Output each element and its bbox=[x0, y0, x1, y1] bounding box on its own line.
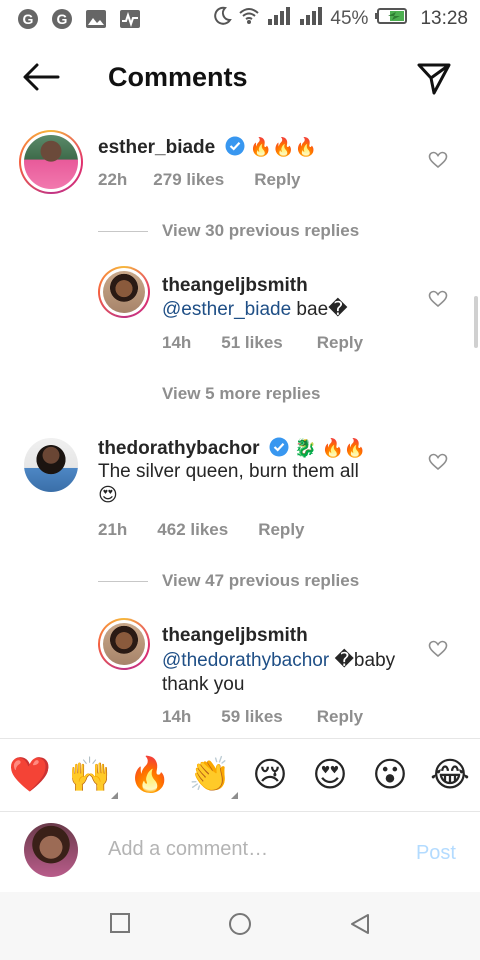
signal-icon bbox=[266, 6, 292, 32]
comment-username[interactable]: theangeljbsmith bbox=[162, 275, 308, 296]
activity-icon bbox=[118, 7, 142, 31]
circle-icon bbox=[229, 913, 251, 935]
svg-text:G: G bbox=[23, 11, 34, 27]
comment-username[interactable]: esther_biade bbox=[98, 137, 215, 158]
triangle-back-icon bbox=[351, 914, 369, 934]
comment-body: The silver queen, burn them all bbox=[98, 461, 359, 482]
avatar[interactable] bbox=[19, 130, 83, 194]
comment-emojis: 🔥🔥🔥 bbox=[249, 137, 318, 157]
system-nav-bar bbox=[0, 892, 480, 960]
scrollbar[interactable] bbox=[474, 296, 478, 348]
emoji-laughing-button[interactable]: 😂 bbox=[428, 753, 472, 797]
post-button[interactable]: Post bbox=[416, 842, 456, 865]
view-previous-replies-button[interactable]: View 47 previous replies bbox=[98, 571, 359, 591]
emoji-quick-bar: ❤️ 🙌 🔥 👏 😢 😍 😮 😂 bbox=[0, 738, 480, 812]
comment-time: 14h bbox=[162, 333, 192, 352]
view-more-replies-button[interactable]: View 5 more replies bbox=[162, 384, 320, 404]
comment-likes[interactable]: 462 likes bbox=[157, 520, 228, 540]
comment-username[interactable]: thedorathybachor bbox=[98, 438, 260, 459]
moon-icon bbox=[212, 6, 233, 32]
status-bar: G G 45% 13:28 bbox=[0, 0, 480, 38]
emoji-surprised-button[interactable]: 😮 bbox=[368, 753, 412, 797]
arrow-left-icon bbox=[23, 63, 60, 91]
send-icon bbox=[417, 63, 451, 95]
emoji-clapping-button[interactable]: 👏 bbox=[188, 753, 238, 799]
comment-input[interactable] bbox=[108, 838, 388, 861]
comment-composer: Post bbox=[0, 812, 480, 892]
skin-tone-indicator bbox=[111, 792, 118, 799]
comment-body-emoji: 😍 bbox=[98, 485, 118, 506]
share-button[interactable] bbox=[416, 60, 452, 96]
comment-likes[interactable]: 51 likes bbox=[221, 333, 282, 353]
verified-badge-icon bbox=[225, 136, 245, 156]
reply-button[interactable]: Reply bbox=[254, 170, 300, 190]
like-heart-icon[interactable] bbox=[428, 453, 448, 471]
google-icon: G bbox=[16, 7, 40, 31]
avatar[interactable] bbox=[98, 266, 150, 318]
reply-button[interactable]: Reply bbox=[317, 707, 363, 727]
avatar[interactable] bbox=[98, 618, 150, 670]
battery-icon bbox=[374, 7, 408, 31]
comment-username[interactable]: theangeljbsmith bbox=[162, 625, 308, 646]
like-heart-icon[interactable] bbox=[428, 640, 448, 658]
divider bbox=[98, 580, 148, 582]
mention-link[interactable]: @thedorathybachor bbox=[162, 650, 329, 671]
comment-time: 14h bbox=[162, 707, 192, 726]
comment-body: �baby bbox=[329, 650, 396, 671]
clock: 13:28 bbox=[420, 8, 468, 29]
home-button[interactable] bbox=[228, 912, 254, 938]
svg-text:G: G bbox=[57, 11, 68, 27]
skin-tone-indicator bbox=[231, 792, 238, 799]
like-heart-icon[interactable] bbox=[428, 290, 448, 308]
wifi-icon bbox=[238, 6, 260, 32]
page-title: Comments bbox=[108, 62, 248, 92]
emoji-fire-button[interactable]: 🔥 bbox=[128, 753, 172, 797]
square-icon bbox=[110, 913, 130, 933]
comment-emojis: 🐉 🔥🔥 bbox=[294, 438, 367, 458]
comment-time: 21h bbox=[98, 520, 128, 539]
comment-body: bae� bbox=[291, 299, 348, 320]
divider bbox=[98, 230, 148, 232]
back-button[interactable] bbox=[22, 62, 62, 94]
emoji-heart-button[interactable]: ❤️ bbox=[8, 753, 52, 797]
comment-likes[interactable]: 279 likes bbox=[153, 170, 224, 190]
back-nav-button[interactable] bbox=[348, 912, 374, 938]
google-icon: G bbox=[50, 7, 74, 31]
reply-button[interactable]: Reply bbox=[258, 520, 304, 540]
like-heart-icon[interactable] bbox=[428, 151, 448, 169]
mention-link[interactable]: @esther_biade bbox=[162, 299, 291, 320]
reply-button[interactable]: Reply bbox=[317, 333, 363, 353]
comment-time: 22h bbox=[98, 170, 128, 189]
comment-body-line2: thank you bbox=[162, 674, 245, 695]
comment-likes[interactable]: 59 likes bbox=[221, 707, 282, 727]
signal-icon bbox=[298, 6, 324, 32]
gallery-icon bbox=[84, 7, 108, 31]
emoji-raising-hands-button[interactable]: 🙌 bbox=[68, 753, 118, 799]
emoji-heart-eyes-button[interactable]: 😍 bbox=[308, 753, 352, 797]
header: Comments bbox=[0, 50, 480, 106]
emoji-crying-button[interactable]: 😢 bbox=[248, 753, 292, 797]
battery-percent: 45% bbox=[330, 8, 369, 29]
recents-button[interactable] bbox=[109, 912, 135, 938]
view-previous-replies-button[interactable]: View 30 previous replies bbox=[98, 221, 359, 241]
current-user-avatar bbox=[24, 823, 78, 877]
avatar[interactable] bbox=[24, 438, 78, 492]
verified-badge-icon bbox=[269, 437, 289, 457]
